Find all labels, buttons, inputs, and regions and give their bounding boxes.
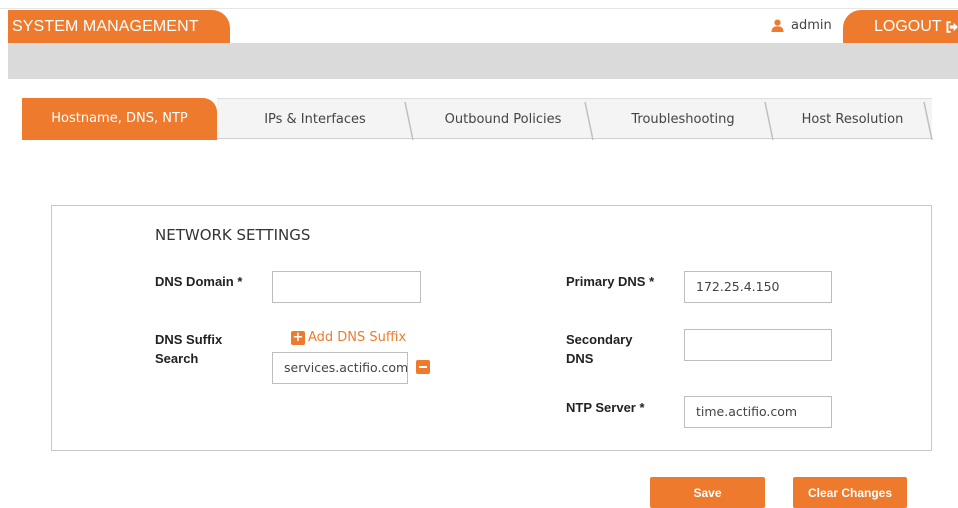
clear-changes-button[interactable]: Clear Changes (793, 477, 907, 508)
tab-label: Hostname, DNS, NTP (51, 111, 188, 126)
ntp-server-input[interactable]: time.actifio.com (684, 396, 832, 428)
add-dns-suffix-link[interactable]: + Add DNS Suffix (291, 330, 406, 345)
tab-label: Outbound Policies (444, 112, 562, 127)
tab-label: Host Resolution (801, 112, 904, 127)
tab-label: Troubleshooting (631, 112, 735, 127)
logout-label: LOGOUT (874, 18, 942, 35)
dns-domain-input[interactable] (272, 271, 421, 303)
secondary-dns-input[interactable] (684, 329, 832, 361)
tab-divider (923, 102, 933, 140)
user-icon (771, 19, 784, 32)
current-user: admin (771, 16, 832, 34)
panel-title: NETWORK SETTINGS (155, 226, 311, 244)
username-label: admin (791, 17, 832, 33)
dns-suffix-search-label: DNS Suffix Search (155, 332, 223, 366)
tab-ips-interfaces[interactable]: IPs & Interfaces (217, 98, 414, 140)
minus-square-icon[interactable] (416, 360, 430, 374)
network-settings-panel: NETWORK SETTINGS DNS Domain * DNS Suffix… (51, 205, 932, 451)
logout-button[interactable]: LOGOUT (843, 10, 958, 43)
tab-label: IPs & Interfaces (264, 112, 366, 127)
save-button[interactable]: Save (650, 477, 765, 508)
subheader-band (8, 43, 958, 79)
plus-square-icon: + (291, 329, 305, 345)
sign-out-icon (946, 20, 958, 33)
primary-dns-input[interactable]: 172.25.4.150 (684, 271, 832, 303)
add-dns-suffix-label: Add DNS Suffix (308, 330, 407, 345)
secondary-dns-label: Secondary DNS (566, 332, 633, 366)
tab-outbound-policies[interactable]: Outbound Policies (413, 98, 594, 140)
dns-suffix-input[interactable]: services.actifio.com (272, 352, 408, 384)
tab-troubleshooting[interactable]: Troubleshooting (593, 98, 774, 140)
settings-tabs: Hostname, DNS, NTP IPs & Interfaces Outb… (22, 98, 933, 140)
dns-domain-label: DNS Domain * (155, 274, 243, 289)
primary-dns-label: Primary DNS * (566, 274, 655, 289)
tab-host-resolution[interactable]: Host Resolution (773, 98, 933, 140)
ntp-server-label: NTP Server * (566, 400, 645, 415)
tab-hostname-dns-ntp[interactable]: Hostname, DNS, NTP (22, 98, 217, 140)
app-title: SYSTEM MANAGEMENT (8, 10, 230, 43)
